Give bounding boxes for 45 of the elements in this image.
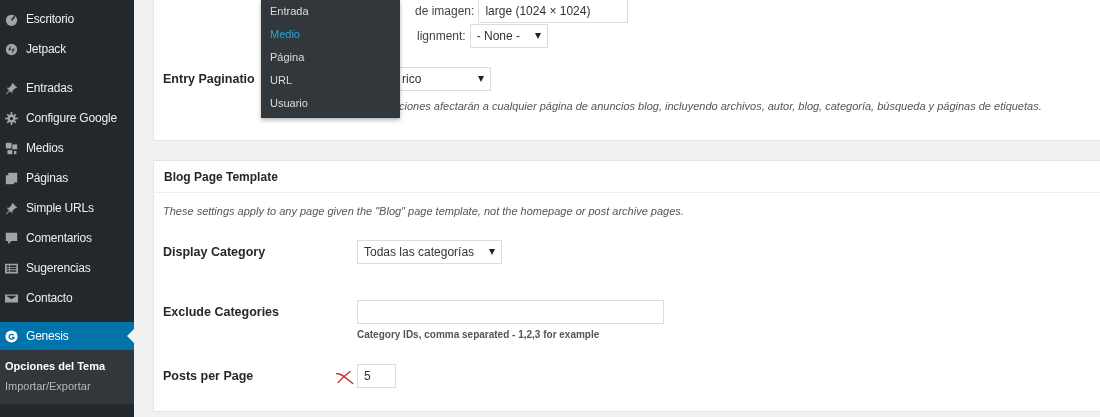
g-circle-icon: [5, 329, 18, 343]
media-icon: [5, 141, 18, 155]
submenu-item[interactable]: Opciones del Tema: [0, 356, 134, 376]
pages-icon: [5, 171, 18, 185]
gauge-icon: [5, 12, 18, 26]
caret-icon: [489, 249, 495, 255]
input-field[interactable]: [357, 300, 664, 324]
description-text: ciones afectarán a cualquier página de anuncios blog, incluyendo archivos, autor, blog, categoría, búsqueda y páginas de etiquetas.: [399, 100, 1043, 112]
sidebar-item[interactable]: Jetpack: [0, 34, 134, 64]
category-select[interactable]: Todas las categorías: [357, 240, 502, 264]
panel-title: Blog Page Template: [154, 161, 1100, 193]
submenu-item[interactable]: Importar/Exportar: [0, 376, 134, 396]
input-field[interactable]: 5: [357, 364, 396, 388]
field-label: Exclude Categories: [163, 304, 280, 319]
envelope-icon: [5, 291, 18, 305]
gear-icon: [5, 111, 18, 125]
sidebar-item[interactable]: Medios: [0, 133, 134, 163]
sidebar-item[interactable]: Configure Google: [0, 103, 134, 133]
sidebar-item[interactable]: Comentarios: [0, 223, 134, 253]
field-label: de imagen:: [415, 4, 475, 18]
caret-icon: [478, 76, 484, 82]
speech-bubble-icon: [5, 231, 18, 245]
sidebar-item[interactable]: Escritorio: [0, 4, 134, 34]
menu-item[interactable]: Usuario: [261, 95, 400, 118]
field-label: Display Category: [163, 244, 267, 259]
hint-text: Category IDs, comma separated - 1,2,3 for example: [357, 329, 601, 340]
sidebar-item[interactable]: Sugerencias: [0, 253, 134, 283]
alignment-select[interactable]: - None -: [469, 24, 548, 48]
field-label: Entry Paginatio: [163, 71, 255, 86]
description-text: These settings apply to any page given the "Blog" page template, not the homepage or post archive pages.: [162, 204, 685, 217]
pushpin-icon: [5, 81, 18, 95]
pushpin-icon: [5, 201, 18, 215]
list-icon: [5, 261, 18, 275]
sidebar-item[interactable]: Contacto: [0, 283, 134, 313]
field-label: Posts per Page: [163, 368, 255, 383]
caret-icon: [534, 33, 541, 39]
active-pointer-icon: [127, 329, 134, 343]
field-label: lignment:: [417, 29, 466, 43]
sidebar-item[interactable]: Entradas: [0, 73, 134, 103]
menu-item[interactable]: Entrada: [261, 3, 400, 26]
menu-item[interactable]: Medio: [261, 26, 400, 49]
sidebar-item[interactable]: Páginas: [0, 163, 134, 193]
image-size-select[interactable]: large (1024 × 1024): [478, 0, 629, 23]
sidebar-item[interactable]: Simple URLs: [0, 193, 134, 223]
sidebar-item[interactable]: Genesis: [0, 322, 134, 350]
